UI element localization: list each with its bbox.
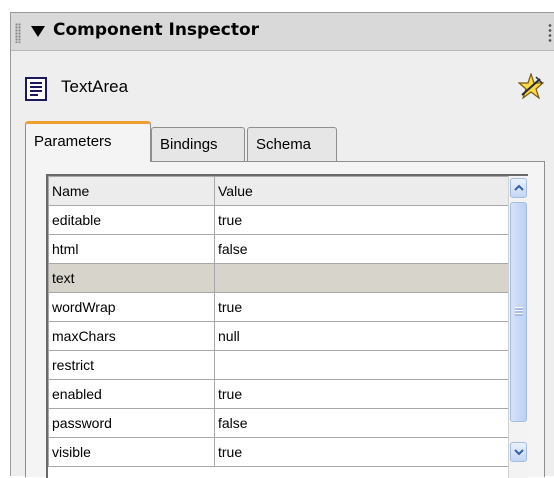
parameters-tab-content: Name Value editable true html false text…: [25, 161, 545, 478]
param-name[interactable]: restrict: [48, 350, 215, 380]
param-name[interactable]: text: [48, 263, 215, 293]
scrollbar-thumb[interactable]: [510, 202, 527, 422]
table-row[interactable]: maxChars null: [48, 321, 518, 351]
table-row[interactable]: html false: [48, 234, 518, 264]
param-name[interactable]: visible: [48, 437, 215, 467]
param-name[interactable]: html: [48, 234, 215, 264]
panel-title: Component Inspector: [53, 20, 260, 40]
drag-grip-icon[interactable]: [15, 23, 21, 43]
chevron-down-icon: [514, 449, 524, 456]
table-row[interactable]: password false: [48, 408, 518, 438]
triangle-down-icon[interactable]: [31, 26, 45, 37]
table-row[interactable]: enabled true: [48, 379, 518, 409]
table-row-selected[interactable]: text: [48, 263, 518, 293]
param-name[interactable]: enabled: [48, 379, 215, 409]
table-row[interactable]: wordWrap true: [48, 292, 518, 322]
param-name[interactable]: wordWrap: [48, 292, 215, 322]
param-value[interactable]: null: [214, 321, 518, 351]
component-name: TextArea: [61, 77, 129, 96]
scroll-up-button[interactable]: [510, 178, 527, 198]
param-name[interactable]: maxChars: [48, 321, 215, 351]
param-value[interactable]: [214, 263, 518, 293]
component-inspector-panel: Component Inspector TextArea Parameters …: [10, 12, 554, 478]
scroll-down-button[interactable]: [510, 442, 527, 462]
param-value[interactable]: [214, 350, 518, 380]
table-row[interactable]: visible true: [48, 437, 518, 467]
textarea-component-icon: [25, 77, 47, 101]
scrollbar-grip-icon: [515, 307, 523, 316]
tab-bindings[interactable]: Bindings: [151, 127, 245, 161]
vertical-scrollbar[interactable]: [508, 176, 528, 478]
star-icon[interactable]: [518, 73, 544, 99]
param-value[interactable]: true: [214, 292, 518, 322]
table-row[interactable]: restrict: [48, 350, 518, 380]
param-value[interactable]: false: [214, 408, 518, 438]
parameters-grid: Name Value editable true html false text…: [46, 174, 528, 478]
panel-options-icon[interactable]: [548, 23, 552, 43]
table-header-row: Name Value: [48, 176, 518, 206]
param-name[interactable]: editable: [48, 205, 215, 235]
param-value[interactable]: true: [214, 379, 518, 409]
param-name[interactable]: password: [48, 408, 215, 438]
panel-titlebar[interactable]: Component Inspector: [11, 13, 554, 51]
param-value[interactable]: false: [214, 234, 518, 264]
parameters-table: Name Value editable true html false text…: [48, 176, 518, 467]
column-header-value[interactable]: Value: [214, 176, 518, 206]
param-value[interactable]: true: [214, 205, 518, 235]
param-value[interactable]: true: [214, 437, 518, 467]
tab-parameters[interactable]: Parameters: [25, 121, 151, 162]
column-header-name[interactable]: Name: [48, 176, 215, 206]
chevron-up-icon: [514, 184, 524, 191]
tab-schema[interactable]: Schema: [247, 127, 337, 161]
table-row[interactable]: editable true: [48, 205, 518, 235]
